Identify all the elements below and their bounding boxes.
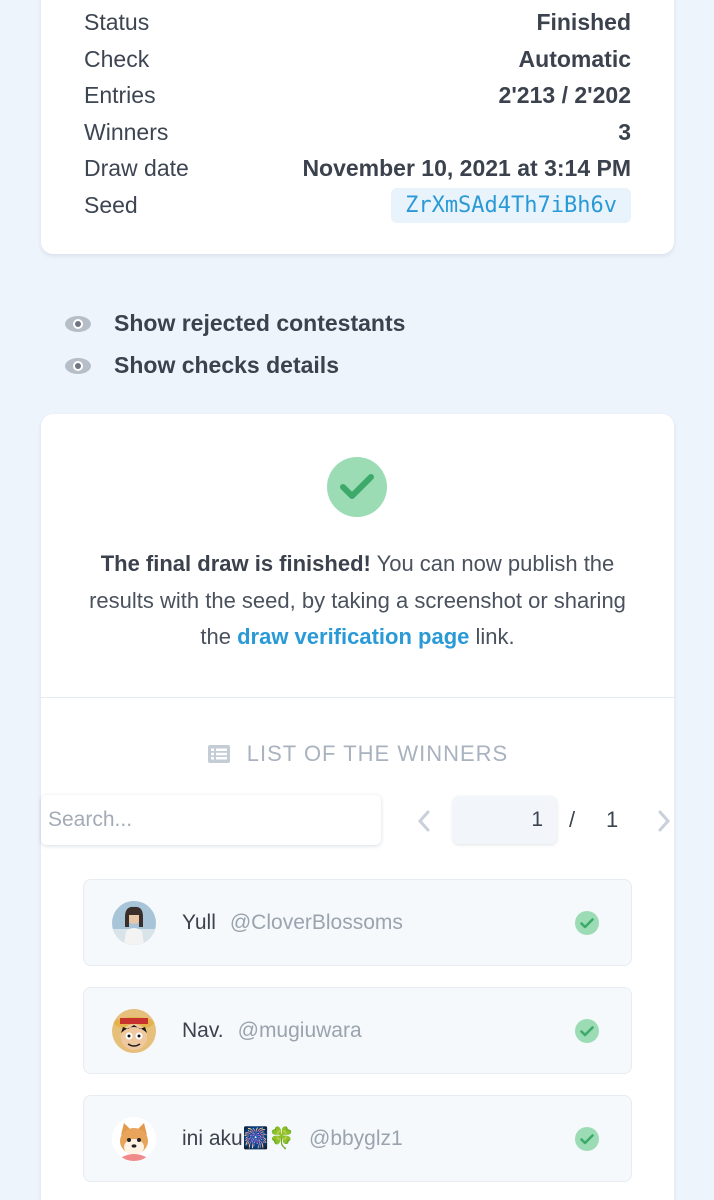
seed-value[interactable]: ZrXmSAd4Th7iBh6v [391,187,631,223]
status-row: Status Finished [84,5,631,39]
winners-list-header: LIST OF THE WINNERS [41,741,674,767]
status-label: Status [84,8,150,35]
winner-handle[interactable]: @CloverBlossoms [230,911,403,935]
winner-name: Nav. [182,1018,224,1042]
check-label: Check [84,45,150,72]
next-page-button[interactable] [654,809,674,833]
entries-label: Entries [84,81,156,108]
result-message-suffix: link. [469,624,515,649]
divider [41,697,674,698]
avatar [112,1116,156,1161]
result-card: The final draw is finished! You can now … [41,414,674,1200]
draw-verification-link[interactable]: draw verification page [237,624,469,649]
chevron-right-icon [658,810,671,832]
show-checks-toggle[interactable]: Show checks details [64,352,339,379]
check-value: Automatic [518,45,631,72]
eye-icon [64,357,92,375]
page-separator: / [569,807,576,832]
search-input[interactable] [41,795,381,845]
winner-handle[interactable]: @mugiuwara [238,1019,362,1043]
winner-item[interactable]: Nav. @mugiuwara [83,987,632,1074]
result-message-bold: The final draw is finished! [100,551,371,576]
winners-value: 3 [618,118,631,145]
winners-row: Winners 3 [84,115,631,149]
draw-info-card: Status Finished Check Automatic Entries … [41,0,674,254]
prev-page-button[interactable] [414,809,434,833]
winner-handle[interactable]: @bbyglz1 [309,1127,403,1151]
winners-label: Winners [84,118,169,145]
list-icon [207,744,231,764]
show-rejected-label: Show rejected contestants [114,310,406,336]
result-message: The final draw is finished! You can now … [81,546,634,656]
winner-item[interactable]: ini aku🎆🍀 @bbyglz1 [83,1095,632,1182]
page-number-input[interactable] [453,796,557,844]
avatar [112,1008,156,1053]
check-row: Check Automatic [84,42,631,76]
eye-icon [64,315,92,333]
winner-name: ini aku🎆🍀 [182,1126,295,1150]
page-total: 1 [606,807,619,832]
winners-list-title: LIST OF THE WINNERS [246,741,509,766]
check-icon [575,911,599,935]
success-check-icon [327,457,387,517]
check-icon [575,1019,599,1043]
seed-label: Seed [84,191,138,218]
draw-date-label: Draw date [84,154,189,181]
winner-item[interactable]: Yull @CloverBlossoms [83,879,632,966]
chevron-left-icon [417,810,430,832]
seed-row: Seed ZrXmSAd4Th7iBh6v [84,187,631,223]
show-checks-label: Show checks details [114,352,339,378]
draw-date-row: Draw date November 10, 2021 at 3:14 PM [84,151,631,185]
avatar [112,900,156,945]
check-icon [575,1127,599,1151]
draw-date-value: November 10, 2021 at 3:14 PM [302,154,631,181]
entries-value: 2'213 / 2'202 [498,81,631,108]
show-rejected-toggle[interactable]: Show rejected contestants [64,310,405,337]
status-value: Finished [536,8,631,35]
winner-name: Yull [182,910,216,934]
entries-row: Entries 2'213 / 2'202 [84,78,631,112]
